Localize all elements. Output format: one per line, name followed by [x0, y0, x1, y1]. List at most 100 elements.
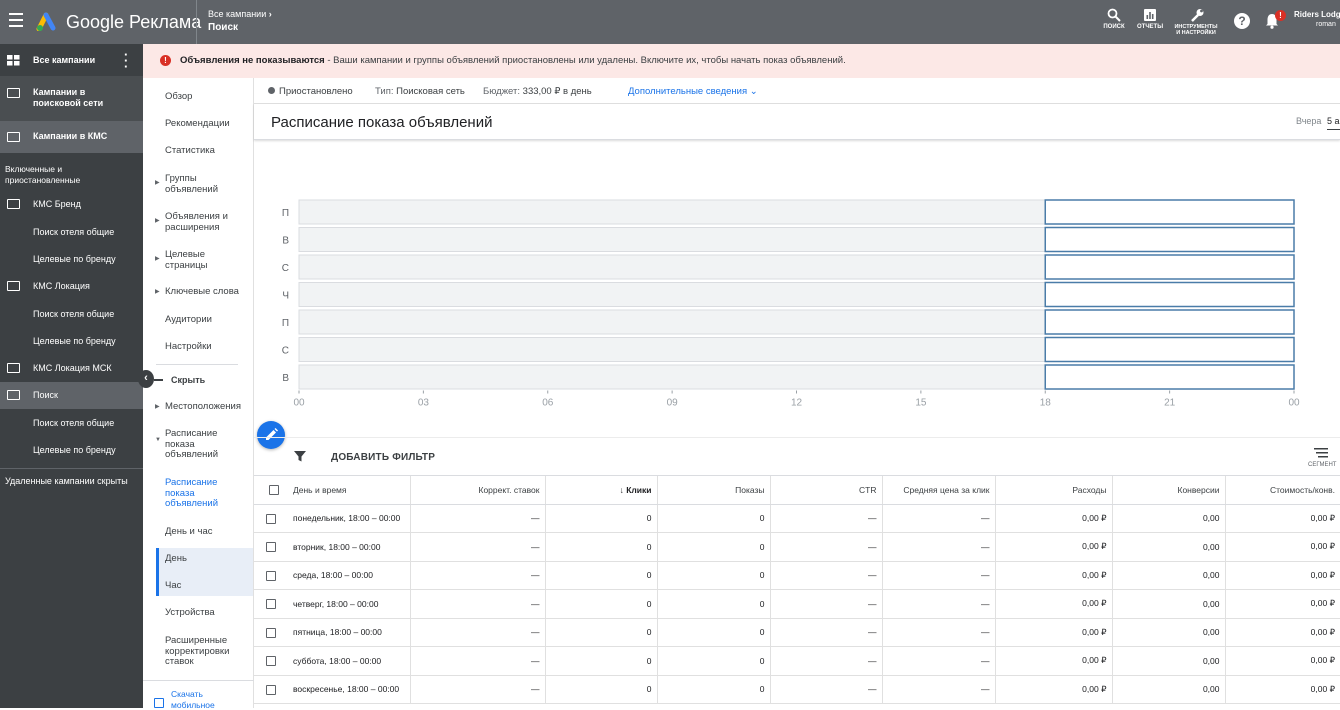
- cell-bid-adj: —: [410, 646, 546, 676]
- segment-icon[interactable]: [1314, 447, 1328, 459]
- subnav-adgroups[interactable]: Группы объявлений: [165, 173, 245, 195]
- subnav-ads-extensions[interactable]: Объявления и расширения: [165, 211, 245, 233]
- sidebar-campaign-kms-brand[interactable]: КМС Бренд: [0, 192, 143, 218]
- subnav-hide[interactable]: Скрыть: [171, 375, 205, 386]
- reports-button[interactable]: ОТЧЕТЫ: [1137, 8, 1163, 31]
- sidebar-campaign-kms-location[interactable]: КМС Локация: [0, 274, 143, 300]
- subnav-overview[interactable]: Обзор: [165, 91, 192, 103]
- column-header-impressions[interactable]: Показы: [657, 476, 771, 505]
- subnav-day-hour[interactable]: День и час: [165, 526, 212, 538]
- account-name[interactable]: Riders Lodge: [1294, 10, 1340, 19]
- sidebar-campaign-search[interactable]: Поиск: [0, 382, 143, 409]
- subnav-advanced-bid-adjustments[interactable]: Расширенные корректировки ставок: [165, 635, 245, 668]
- status-budget-value: 333,00 ₽ в день: [522, 86, 592, 97]
- subnav-download-mobile[interactable]: Скачать мобильное: [171, 689, 231, 710]
- day-row-label: П: [282, 318, 289, 329]
- filter-bar: ДОБАВИТЬ ФИЛЬТР СЕГМЕНТ: [254, 437, 1340, 476]
- sidebar-all-campaigns-label: Все кампании: [33, 55, 96, 65]
- row-select-cell: [254, 504, 282, 533]
- cell-conversions: 0,00: [1112, 618, 1226, 647]
- column-header-cost-per-conv[interactable]: Стоимость/конв.: [1225, 476, 1340, 505]
- cell-avg-cpc: —: [882, 675, 996, 704]
- date-range-label: Вчера: [1296, 116, 1322, 126]
- expand-arrow-icon: ▶: [155, 256, 160, 262]
- cell-impressions: 0: [657, 561, 771, 590]
- cell-conversions: 0,00: [1112, 675, 1226, 704]
- sidebar-display-campaigns[interactable]: Кампании в КМС: [0, 121, 143, 153]
- column-header-bid-adj[interactable]: Коррект. ставок: [410, 476, 546, 505]
- schedule-off-bar: [298, 337, 1046, 362]
- sidebar-adgroup[interactable]: Целевые по бренду: [0, 438, 143, 464]
- subnav-ad-schedule[interactable]: Расписание показа объявлений: [165, 477, 225, 510]
- cell-avg-cpc: —: [882, 561, 996, 590]
- sidebar-search-campaigns[interactable]: Кампании в поисковой сети: [0, 76, 143, 121]
- more-details-link[interactable]: Дополнительные сведения ⌄: [628, 86, 758, 97]
- status-state: Приостановлено: [279, 86, 353, 97]
- brand-name: Google Реклама: [66, 12, 202, 32]
- tools-button[interactable]: ИНСТРУМЕНТЫ И НАСТРОЙКИ: [1172, 8, 1222, 36]
- day-row-label: П: [282, 208, 289, 219]
- breadcrumb[interactable]: Все кампании › Поиск: [196, 0, 272, 44]
- row-checkbox[interactable]: [266, 599, 276, 610]
- row-checkbox[interactable]: [266, 656, 276, 667]
- search-button[interactable]: ПОИСК: [1103, 8, 1125, 31]
- row-checkbox[interactable]: [266, 570, 276, 581]
- cell-cost-per-conv: 0,00 ₽: [1225, 618, 1340, 647]
- sidebar-adgroup[interactable]: Поиск отеля общие: [0, 220, 143, 246]
- subnav-day[interactable]: День: [165, 553, 187, 565]
- subnav-landing-pages[interactable]: Целевые страницы: [165, 249, 225, 271]
- subnav-settings[interactable]: Настройки: [165, 341, 212, 353]
- account-sub[interactable]: roman: [1316, 21, 1336, 28]
- row-checkbox[interactable]: [266, 513, 276, 524]
- cell-cost-per-conv: 0,00 ₽: [1225, 589, 1340, 619]
- collapse-arrow-icon: ▼: [155, 437, 161, 443]
- sidebar-adgroup[interactable]: Целевые по бренду: [0, 329, 143, 355]
- row-checkbox[interactable]: [266, 684, 276, 695]
- sidebar-removed-hidden[interactable]: Удаленные кампании скрыты: [0, 472, 143, 492]
- column-header-daytime[interactable]: Дeнь и время: [282, 476, 411, 505]
- sidebar-item-label: Целевые по бренду: [33, 254, 116, 264]
- sidebar-adgroup[interactable]: Целевые по бренду: [0, 247, 143, 273]
- schedule-off-bar: [298, 309, 1046, 335]
- column-header-avg-cpc[interactable]: Средняя цена за клик: [882, 476, 996, 505]
- breadcrumb-all-campaigns[interactable]: Все кампании: [208, 9, 266, 19]
- cell-clicks: 0: [545, 646, 658, 676]
- cell-impressions: 0: [657, 618, 771, 647]
- sidebar-campaign-kms-location-msk[interactable]: КМС Локация МСК: [0, 356, 143, 382]
- x-tick-label: 00: [1288, 398, 1300, 409]
- day-row-label: С: [282, 263, 289, 274]
- cell-cost: 0,00 ₽: [995, 646, 1113, 676]
- cell-conversions: 0,00: [1112, 504, 1226, 533]
- subnav-keywords[interactable]: Ключевые слова: [165, 286, 239, 298]
- subnav-statistics[interactable]: Статистика: [165, 145, 215, 157]
- select-all-checkbox[interactable]: [269, 485, 279, 496]
- filter-icon[interactable]: [294, 450, 306, 462]
- row-checkbox[interactable]: [266, 627, 276, 638]
- alert-banner-title: Объявления не показываются: [180, 55, 325, 66]
- column-header-conversions[interactable]: Конверсии: [1112, 476, 1226, 505]
- row-checkbox[interactable]: [266, 542, 276, 553]
- subnav-locations[interactable]: Местоположения: [165, 401, 241, 413]
- add-filter-button[interactable]: ДОБАВИТЬ ФИЛЬТР: [331, 452, 435, 463]
- hamburger-menu-icon[interactable]: [9, 13, 23, 27]
- subnav-devices[interactable]: Устройства: [165, 607, 215, 619]
- column-header-ctr[interactable]: CTR: [770, 476, 883, 505]
- help-icon[interactable]: ?: [1234, 13, 1250, 29]
- cell-cost: 0,00 ₽: [995, 618, 1113, 647]
- subnav-hour[interactable]: Час: [165, 580, 181, 592]
- collapse-sidebar-button[interactable]: ‹: [138, 370, 154, 388]
- subnav-audiences[interactable]: Аудитории: [165, 314, 212, 326]
- column-header-clicks[interactable]: ↓ Клики: [545, 476, 658, 505]
- sidebar-adgroup[interactable]: Поиск отеля общие: [0, 302, 143, 328]
- cell-cost-per-conv: 0,00 ₽: [1225, 504, 1340, 533]
- cell-daytime: среда, 18:00 – 00:00: [282, 561, 411, 590]
- google-ads-logo-icon: [36, 12, 56, 31]
- more-vert-icon[interactable]: · · ·: [124, 48, 128, 73]
- subnav-recommendations[interactable]: Рекомендации: [165, 118, 230, 130]
- date-range-selector[interactable]: 5 а: [1327, 116, 1340, 130]
- subnav-ad-schedule-parent[interactable]: Расписание показа объявлений: [165, 428, 225, 461]
- sidebar-all-campaigns[interactable]: Все кампании · · ·: [0, 44, 143, 76]
- sidebar-adgroup[interactable]: Поиск отеля общие: [0, 411, 143, 437]
- page-title: Расписание показа объявлений: [271, 114, 493, 131]
- column-header-cost[interactable]: Расходы: [995, 476, 1113, 505]
